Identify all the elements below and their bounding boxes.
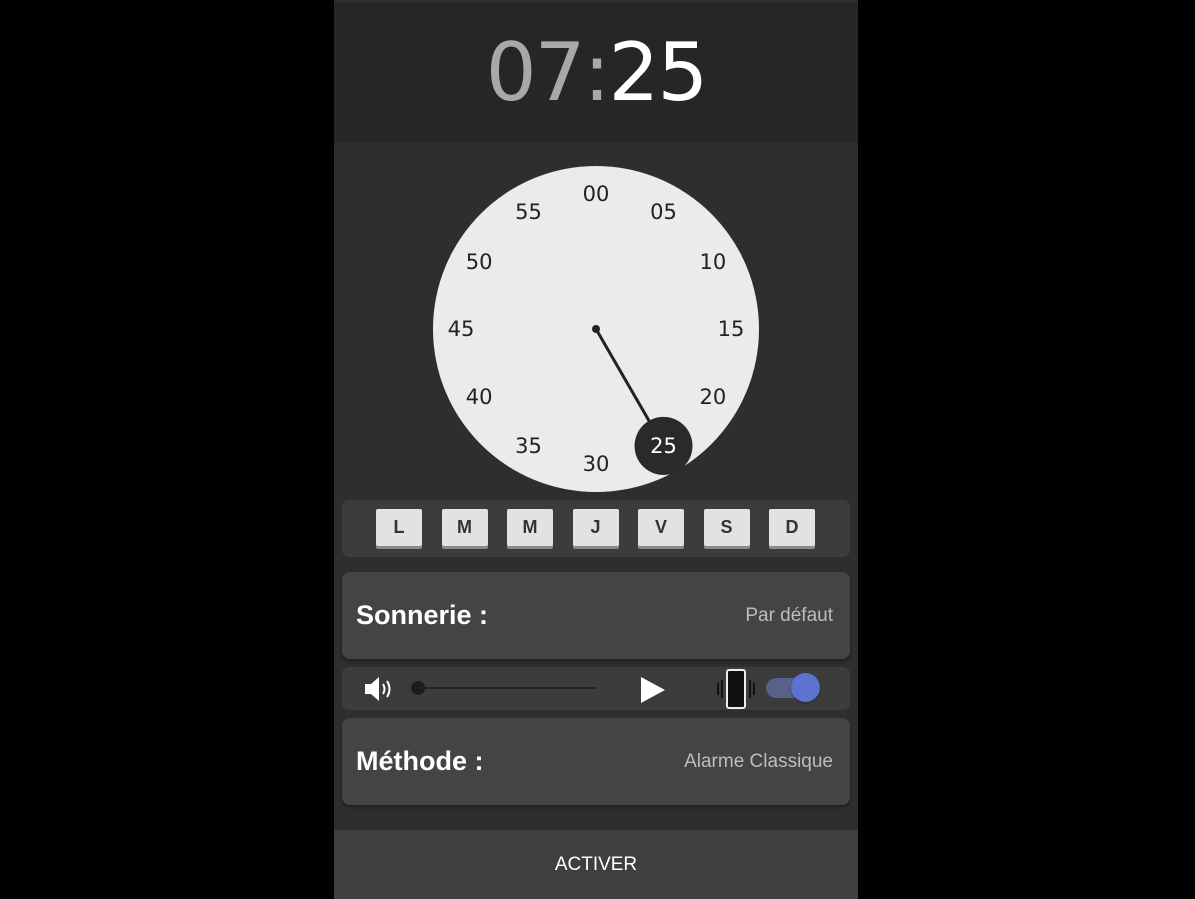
speaker-icon[interactable] xyxy=(362,673,396,710)
ringtone-value: Par défaut xyxy=(745,604,833,626)
day-button-3[interactable]: J xyxy=(572,509,619,546)
ringtone-label: Sonnerie : xyxy=(356,600,489,630)
time-display: 07:25 xyxy=(334,3,858,142)
dial-number-35[interactable]: 35 xyxy=(509,433,549,459)
method-card[interactable]: Méthode : Alarme Classique xyxy=(342,718,850,805)
method-value: Alarme Classique xyxy=(684,750,833,772)
dial-number-30[interactable]: 30 xyxy=(576,451,616,477)
volume-slider-track[interactable] xyxy=(418,687,596,689)
dial-number-55[interactable]: 55 xyxy=(509,199,549,225)
dial-number-20[interactable]: 20 xyxy=(693,384,733,410)
minutes-display[interactable]: 25 xyxy=(608,32,708,113)
volume-slider-thumb[interactable] xyxy=(411,681,425,695)
activate-button[interactable]: ACTIVER xyxy=(334,830,858,899)
ringtone-card[interactable]: Sonnerie : Par défaut xyxy=(342,572,850,659)
minute-dial[interactable]: 00 05 10 15 20 25 30 35 40 45 50 55 xyxy=(433,166,759,492)
day-button-2[interactable]: M xyxy=(507,509,553,546)
vibrate-phone-icon[interactable] xyxy=(716,668,756,715)
dial-number-40[interactable]: 40 xyxy=(459,384,499,410)
method-label: Méthode : xyxy=(356,746,484,776)
dial-number-45[interactable]: 45 xyxy=(441,316,481,342)
dial-number-50[interactable]: 50 xyxy=(459,249,499,275)
alarm-screen: 07:25 00 05 10 15 20 25 30 35 40 45 50 55 LMMJVSD S… xyxy=(334,0,858,899)
day-button-5[interactable]: S xyxy=(703,509,750,546)
weekday-selector: LMMJVSD xyxy=(342,500,850,557)
hours-display[interactable]: 07 xyxy=(486,32,586,113)
day-button-4[interactable]: V xyxy=(638,509,684,546)
dial-center-dot xyxy=(592,325,600,333)
day-button-1[interactable]: M xyxy=(441,509,488,546)
play-icon[interactable] xyxy=(637,675,667,710)
day-button-6[interactable]: D xyxy=(769,509,815,546)
dial-number-25[interactable]: 25 xyxy=(644,433,684,459)
time-separator: : xyxy=(583,25,611,119)
day-button-0[interactable]: L xyxy=(376,509,422,546)
dial-number-05[interactable]: 05 xyxy=(644,199,684,225)
vibration-toggle[interactable] xyxy=(791,673,820,702)
dial-number-15[interactable]: 15 xyxy=(711,316,751,342)
dial-number-10[interactable]: 10 xyxy=(693,249,733,275)
sound-controls xyxy=(342,667,850,710)
dial-number-00[interactable]: 00 xyxy=(576,181,616,207)
